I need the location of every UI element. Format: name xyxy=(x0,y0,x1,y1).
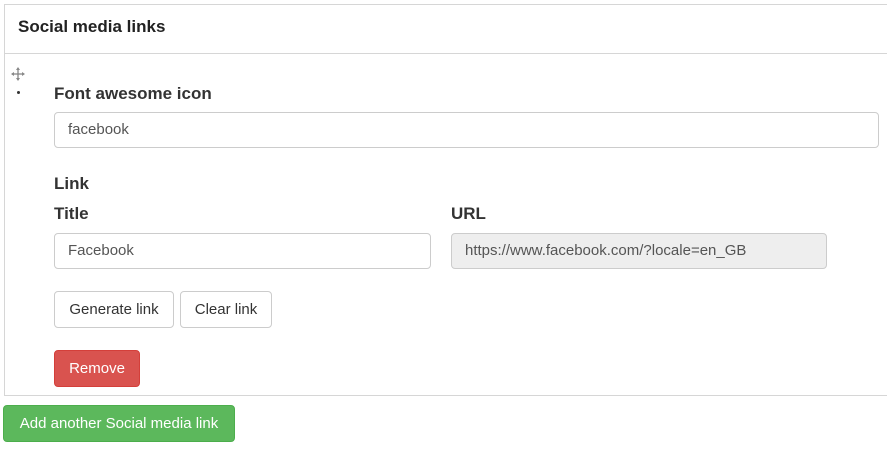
url-input[interactable]: https://www.facebook.com/?locale=en_GB xyxy=(451,233,827,269)
clear-link-button[interactable]: Clear link xyxy=(180,291,272,328)
title-input[interactable]: Facebook xyxy=(54,233,431,269)
url-label: URL xyxy=(451,204,486,223)
bullet-dot xyxy=(17,91,20,94)
generate-link-button[interactable]: Generate link xyxy=(54,291,174,328)
remove-button[interactable]: Remove xyxy=(54,350,140,387)
font-awesome-icon-label: Font awesome icon xyxy=(54,84,212,103)
drag-move-icon[interactable] xyxy=(11,67,25,81)
social-media-links-panel: Social media links Font awesome icon fac… xyxy=(4,4,887,396)
font-awesome-icon-input[interactable]: facebook xyxy=(54,112,879,148)
panel-title: Social media links xyxy=(18,17,166,36)
panel-heading: Social media links xyxy=(5,5,887,54)
title-label: Title xyxy=(54,204,89,223)
link-heading: Link xyxy=(54,174,89,193)
add-social-media-link-button[interactable]: Add another Social media link xyxy=(3,405,235,442)
